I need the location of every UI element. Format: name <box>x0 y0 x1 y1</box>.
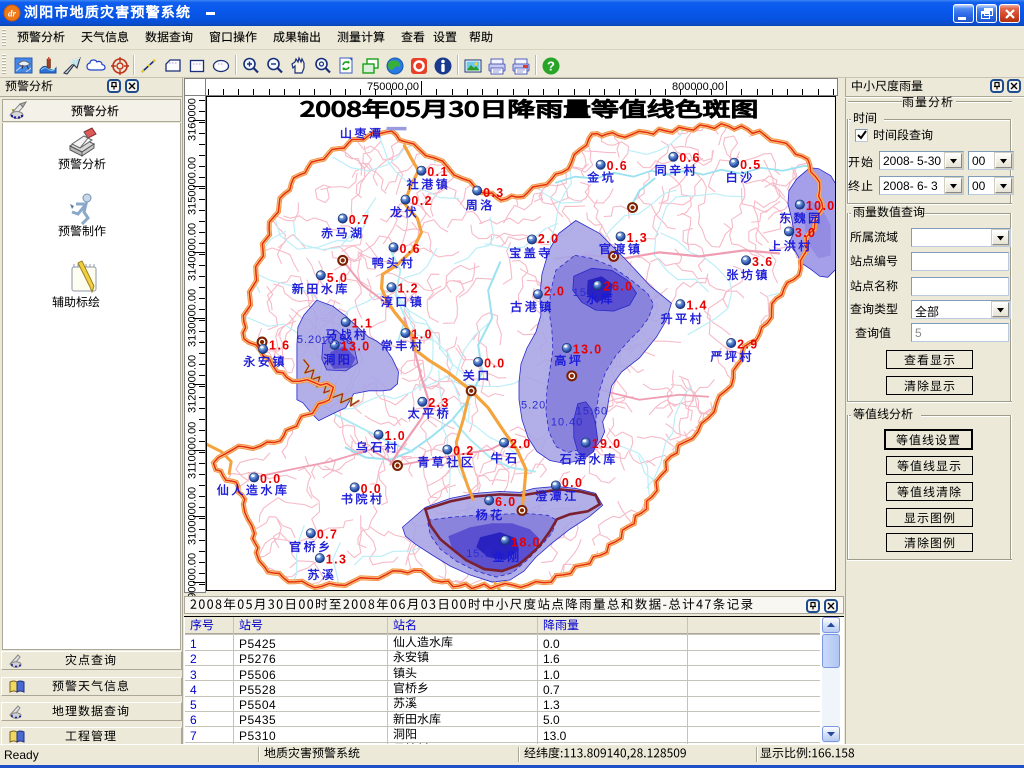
svg-text:2.9: 2.9 <box>737 337 758 351</box>
svg-text:2.0: 2.0 <box>544 285 565 299</box>
svg-text:1.0: 1.0 <box>411 328 432 342</box>
svg-text:1.3: 1.3 <box>326 553 347 567</box>
svg-text:0.7: 0.7 <box>317 528 338 542</box>
svg-text:1.4: 1.4 <box>686 299 707 313</box>
svg-text:0.6: 0.6 <box>679 151 700 165</box>
svg-text:15.6: 15.6 <box>466 548 491 560</box>
svg-text:0.1: 0.1 <box>427 165 448 179</box>
svg-text:dr: dr <box>8 9 17 19</box>
svg-text:1.0: 1.0 <box>385 429 406 443</box>
svg-text:5.20: 5.20 <box>521 400 546 412</box>
svg-text:0.2: 0.2 <box>453 444 474 458</box>
svg-text:19.0: 19.0 <box>592 437 622 451</box>
svg-text:26.0: 26.0 <box>604 280 634 294</box>
svg-text:5.20: 5.20 <box>297 334 322 346</box>
svg-text:15.: 15. <box>573 287 591 299</box>
svg-text:0.7: 0.7 <box>349 213 370 227</box>
svg-text:0.0: 0.0 <box>562 476 583 490</box>
svg-text:13.0: 13.0 <box>341 339 371 353</box>
svg-text:0.2: 0.2 <box>411 194 432 208</box>
svg-text:2.0: 2.0 <box>538 232 559 246</box>
svg-text:1.1: 1.1 <box>352 317 373 331</box>
svg-text:0.6: 0.6 <box>399 242 420 256</box>
svg-text:6.0: 6.0 <box>495 495 516 509</box>
svg-text:3.6: 3.6 <box>752 255 773 269</box>
svg-text:0.0: 0.0 <box>484 356 505 370</box>
svg-text:5.0: 5.0 <box>327 271 348 285</box>
svg-text:0.5: 0.5 <box>740 158 761 172</box>
svg-text:1.3: 1.3 <box>627 231 648 245</box>
svg-text:1.2: 1.2 <box>398 282 419 296</box>
svg-text:13.0: 13.0 <box>573 342 603 356</box>
svg-text:1.6: 1.6 <box>269 338 290 352</box>
svg-text:2.0: 2.0 <box>510 437 531 451</box>
svg-text:10.40: 10.40 <box>551 417 583 429</box>
svg-text:18.0: 18.0 <box>511 536 541 550</box>
svg-text:0.0: 0.0 <box>260 472 281 486</box>
svg-text:3.0: 3.0 <box>795 226 816 240</box>
svg-text:10.0: 10.0 <box>806 199 836 213</box>
svg-text:0.6: 0.6 <box>607 159 628 173</box>
svg-text:?: ? <box>547 59 555 74</box>
svg-text:0.3: 0.3 <box>483 186 504 200</box>
